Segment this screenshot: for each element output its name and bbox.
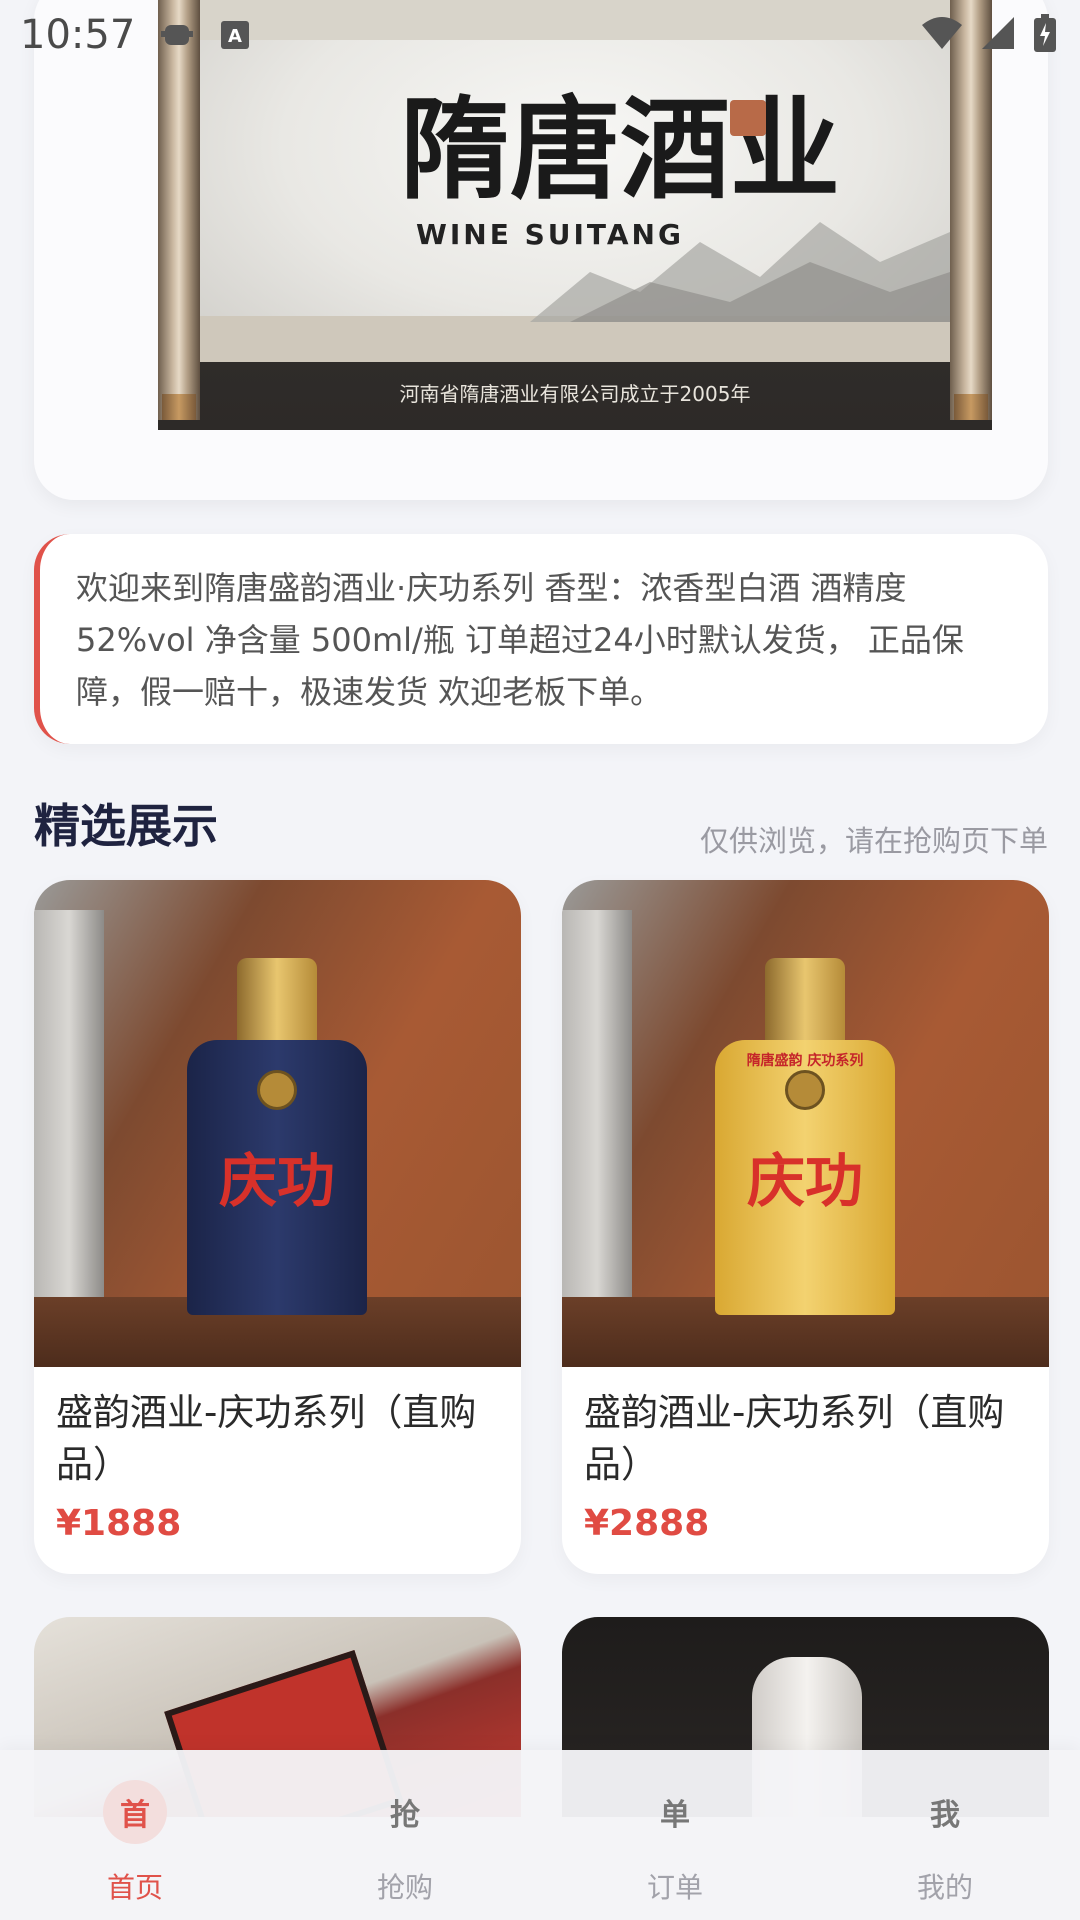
product-image: 隋唐盛韵 庆功系列 庆功 xyxy=(562,880,1049,1367)
tab-label: 抢购 xyxy=(376,1871,433,1904)
notification-icon xyxy=(159,17,195,53)
product-name: 盛韵酒业-庆功系列（直购品） xyxy=(56,1391,477,1486)
tab-flash-sale[interactable]: 抢 抢购 xyxy=(305,1780,505,1906)
bottom-tab-bar: 首 首页 抢 抢购 单 订单 我 我的 xyxy=(0,1750,1080,1920)
product-card[interactable]: 隋唐盛韵 庆功系列 庆功 盛韵酒业-庆功系列（直购品） ¥2888 xyxy=(562,880,1049,1574)
bottle-band: 隋唐盛韵 庆功系列 xyxy=(746,1053,864,1069)
notice-text: 欢迎来到隋唐盛韵酒业·庆功系列 香型：浓香型白酒 酒精度52%vol 净含量 5… xyxy=(76,569,964,711)
home-icon: 首 xyxy=(103,1780,167,1844)
bottle-label: 庆功 xyxy=(218,1147,335,1215)
banner-card[interactable]: 隋唐酒业 WINE SUITANG 河南省隋唐酒业有限公司成立于2005年 xyxy=(34,0,1048,500)
signal-icon xyxy=(980,15,1016,55)
tab-profile[interactable]: 我 我的 xyxy=(845,1780,1045,1906)
product-price: ¥1888 xyxy=(56,1503,182,1544)
status-bar: 10:57 A xyxy=(0,0,1080,70)
banner-title: 隋唐酒业 xyxy=(400,85,840,214)
flash-sale-icon: 抢 xyxy=(390,1798,420,1833)
svg-text:A: A xyxy=(228,26,242,47)
bottle-label: 庆功 xyxy=(746,1147,863,1215)
notice-card: 欢迎来到隋唐盛韵酒业·庆功系列 香型：浓香型白酒 酒精度52%vol 净含量 5… xyxy=(34,534,1048,744)
bottle-navy: 庆功 xyxy=(187,1040,367,1315)
product-card[interactable]: 庆功 盛韵酒业-庆功系列（直购品） ¥1888 xyxy=(34,880,521,1574)
tab-label: 首页 xyxy=(106,1871,163,1904)
section-title: 精选展示 xyxy=(34,799,218,853)
product-name: 盛韵酒业-庆功系列（直购品） xyxy=(584,1391,1005,1486)
product-price: ¥2888 xyxy=(584,1503,710,1544)
tab-home[interactable]: 首 首页 xyxy=(35,1780,235,1906)
wifi-icon xyxy=(922,15,962,55)
battery-icon xyxy=(1034,14,1056,56)
product-image: 庆功 xyxy=(34,880,521,1367)
seal-stamp xyxy=(730,100,766,136)
bottle-gold: 隋唐盛韵 庆功系列 庆功 xyxy=(715,1040,895,1315)
tab-label: 我的 xyxy=(916,1871,973,1904)
section-hint: 仅供浏览，请在抢购页下单 xyxy=(699,824,1048,858)
profile-icon: 我 xyxy=(930,1798,960,1833)
tab-label: 订单 xyxy=(646,1871,703,1904)
status-time: 10:57 xyxy=(20,12,136,58)
tab-orders[interactable]: 单 订单 xyxy=(575,1780,775,1906)
keyboard-a-icon: A xyxy=(219,19,251,51)
banner-caption: 河南省隋唐酒业有限公司成立于2005年 xyxy=(399,381,751,406)
banner-subtitle: WINE SUITANG xyxy=(416,218,684,251)
orders-icon: 单 xyxy=(660,1798,690,1833)
